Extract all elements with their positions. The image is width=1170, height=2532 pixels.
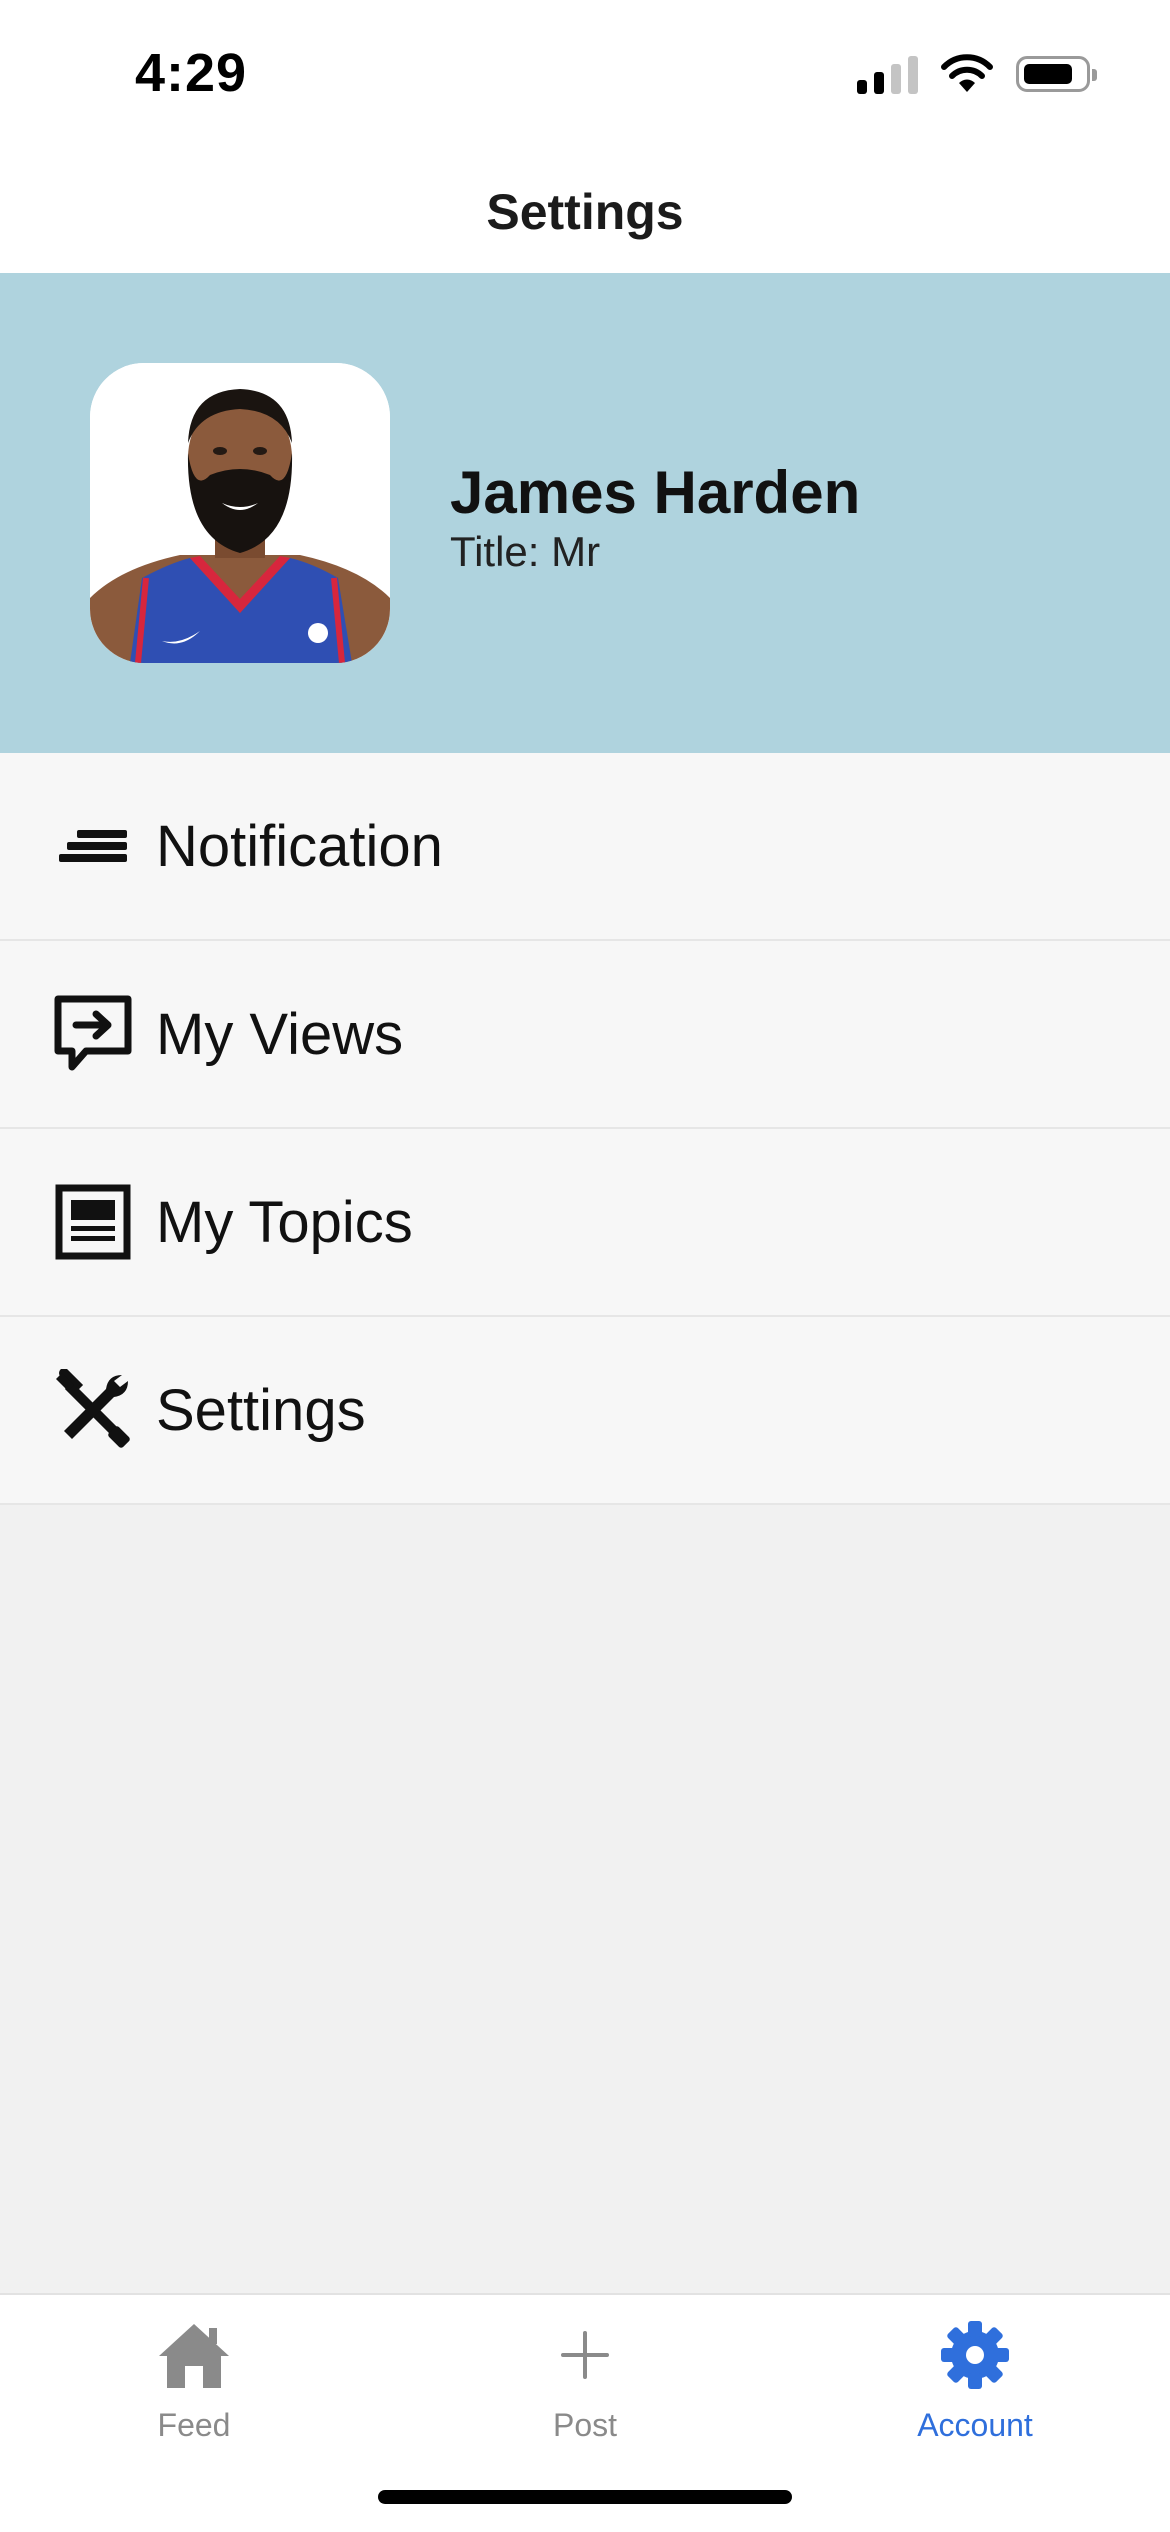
wifi-icon <box>941 54 993 92</box>
tools-icon <box>52 1369 134 1451</box>
menu-item-label: Settings <box>156 1377 366 1443</box>
profile-photo <box>90 363 390 663</box>
plus-icon <box>545 2315 625 2395</box>
avatar[interactable] <box>90 363 390 663</box>
profile-header: James Harden Title: Mr <box>0 273 1170 753</box>
tab-label: Feed <box>157 2407 231 2443</box>
home-indicator[interactable] <box>378 2490 792 2504</box>
settings-screen: 4:29 Settings James Harden Title: Mr Not… <box>0 0 1170 2532</box>
chat-arrow-icon <box>52 993 134 1075</box>
menu-item-my-views[interactable]: My Views <box>0 941 1170 1129</box>
cellular-signal-icon <box>857 54 918 94</box>
status-icons <box>857 54 1097 94</box>
profile-name: James Harden <box>450 459 861 526</box>
menu-item-label: My Topics <box>156 1189 413 1255</box>
tab-label: Post <box>552 2407 618 2443</box>
menu-item-label: Notification <box>156 813 443 879</box>
menu-item-my-topics[interactable]: My Topics <box>0 1129 1170 1317</box>
gear-icon <box>935 2315 1015 2395</box>
lines-icon <box>52 805 134 887</box>
menu-item-label: My Views <box>156 1001 404 1067</box>
tab-label: Account <box>917 2407 1033 2443</box>
tab-account[interactable]: Account <box>850 2315 1100 2465</box>
navigation-bar: Settings <box>0 150 1170 273</box>
status-time: 4:29 <box>135 43 248 103</box>
menu-item-settings[interactable]: Settings <box>0 1317 1170 1505</box>
article-icon <box>52 1181 134 1263</box>
page-title: Settings <box>486 183 684 240</box>
menu-item-notification[interactable]: Notification <box>0 753 1170 941</box>
settings-menu: Notification My Views My Topics Settings <box>0 753 1170 1505</box>
status-bar: 4:29 <box>0 0 1170 150</box>
tab-post[interactable]: Post <box>460 2315 710 2465</box>
battery-icon <box>1016 56 1097 92</box>
profile-title: Title: Mr <box>450 528 601 575</box>
tab-feed[interactable]: Feed <box>69 2315 319 2465</box>
home-icon <box>154 2315 234 2395</box>
